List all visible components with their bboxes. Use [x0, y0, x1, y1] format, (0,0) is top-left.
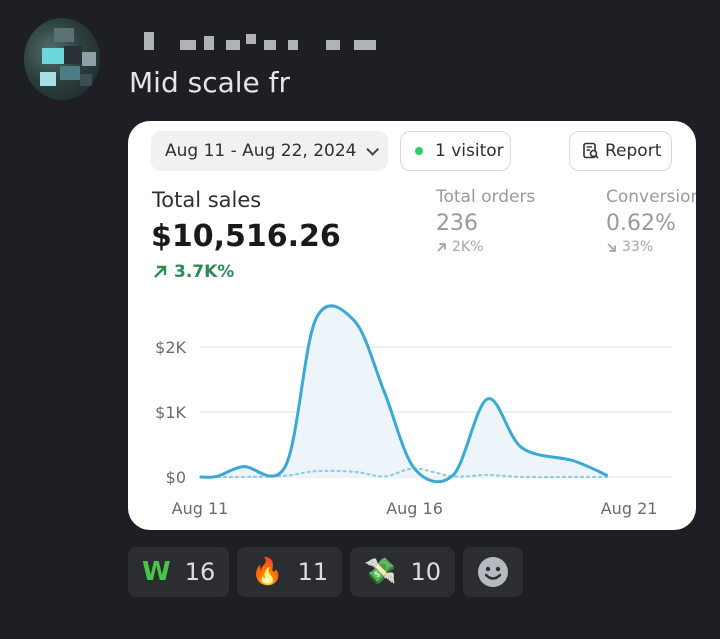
x-tick-label: Aug 11	[172, 499, 229, 518]
y-tick-label: $1K	[155, 403, 186, 422]
username-redacted[interactable]	[140, 32, 400, 52]
reaction-w[interactable]: W 16	[128, 547, 230, 597]
sales-line-chart: $0 $1K $2K Aug 11 Aug 16 Aug 21	[155, 304, 672, 518]
w-emoji-icon: W	[142, 557, 171, 587]
fire-emoji-icon: 🔥	[251, 557, 284, 587]
reaction-count: 11	[297, 558, 329, 586]
message-text: Mid scale fr	[129, 66, 291, 99]
reaction-fire[interactable]: 🔥 11	[237, 547, 343, 597]
reactions-bar: W 16 🔥 11 💸 10	[128, 547, 524, 597]
attached-image-card[interactable]: Aug 11 - Aug 22, 2024 1 visitor Report T…	[128, 121, 696, 530]
smiley-icon	[478, 557, 509, 587]
reaction-count: 10	[410, 558, 442, 586]
y-tick-label: $2K	[155, 338, 186, 357]
x-tick-label: Aug 16	[386, 499, 443, 518]
money-wings-emoji-icon: 💸	[364, 557, 397, 587]
reaction-count: 16	[184, 558, 216, 586]
reaction-money[interactable]: 💸 10	[350, 547, 456, 597]
add-reaction-button[interactable]	[463, 547, 524, 597]
x-tick-label: Aug 21	[601, 499, 658, 518]
y-tick-label: $0	[166, 468, 186, 487]
avatar[interactable]	[24, 18, 100, 100]
